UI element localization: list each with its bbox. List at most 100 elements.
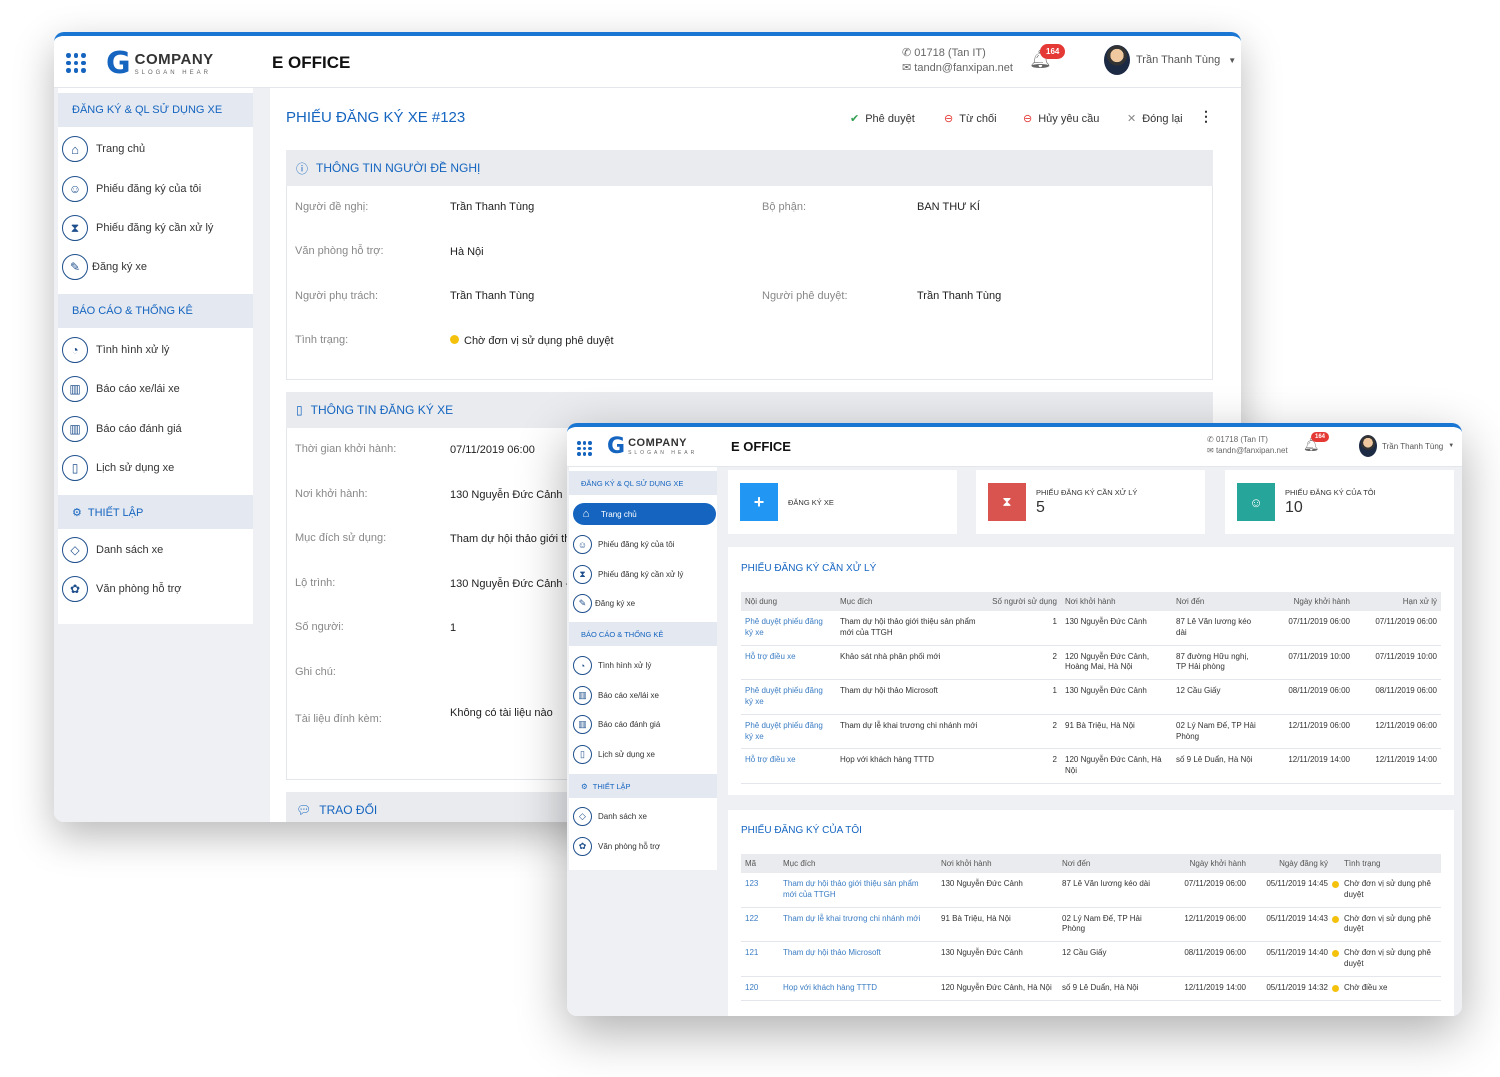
table-cell: 87 đường Hữu nghị, TP Hải phòng xyxy=(1172,645,1262,681)
table-cell[interactable]: 122 xyxy=(741,907,779,943)
column-header: Mục đích xyxy=(779,854,937,873)
pie-icon: ◔ xyxy=(573,656,592,675)
table-cell[interactable]: Hỗ trợ điều xe xyxy=(741,748,836,784)
table-row[interactable]: 121 Tham dự hội thảo Microsoft 130 Nguyễn … xyxy=(741,941,1441,977)
sidebar-item-rating-report[interactable]: ▥ Báo cáo đánh giá xyxy=(62,416,182,442)
sidebar-section-reports: BÁO CÁO & THỐNG KÊ xyxy=(58,294,253,328)
cancel-request-button[interactable]: ⊖ Hủy yêu cầu xyxy=(1023,112,1099,126)
table-cell[interactable]: Tham dự lễ khai trương chi nhánh mới xyxy=(779,907,937,943)
card-label: ĐĂNG KÝ XE xyxy=(788,497,834,507)
sidebar-section-settings: ⚙ THIẾT LẬP xyxy=(58,495,253,529)
table-cell[interactable]: Họp với khách hàng TTTD xyxy=(779,976,937,1001)
user-menu[interactable]: Trần Thanh Tùng ▼ xyxy=(1359,435,1454,457)
table-row[interactable]: Hỗ trợ điều xe Khảo sát nhà phân phối mới… xyxy=(741,645,1441,681)
table-cell[interactable]: Hỗ trợ điều xe xyxy=(741,645,836,681)
table-row[interactable]: Phê duyệt phiếu đăng ký xe Tham dự lễ kha… xyxy=(741,714,1441,750)
table-row[interactable]: 123 Tham dự hội thảo giới thiệu sản phẩm … xyxy=(741,873,1441,908)
table-cell: 07/11/2019 06:00 xyxy=(1155,873,1250,908)
card-mine[interactable]: ☺ PHIẾU ĐĂNG KÝ CỦA TÔI 10 xyxy=(1225,470,1454,534)
table-cell: 120 Nguyễn Đức Cảnh, Hoàng Mai, Hà Nội xyxy=(1061,645,1172,681)
card-count: 10 xyxy=(1285,498,1303,516)
sidebar-item-schedule[interactable]: ▯ Lịch sử dụng xe xyxy=(573,745,655,764)
sidebar-item-vehicles[interactable]: ◇ Danh sách xe xyxy=(62,537,163,563)
table-cell: 120 Nguyễn Đức Cảnh, Hà Nội xyxy=(937,976,1058,1001)
sidebar-item-offices[interactable]: ✿ Văn phòng hỗ trợ xyxy=(573,837,660,856)
table-cell: Tham dự hội thảo giới thiệu sản phẩm mới… xyxy=(836,611,986,646)
table-cell: Tham dự lễ khai trương chi nhánh mới xyxy=(836,714,986,750)
apps-grid-icon[interactable] xyxy=(577,441,592,456)
sidebar-item-vehicle-report[interactable]: ▥ Báo cáo xe/lái xe xyxy=(573,686,659,705)
table-cell: 12/11/2019 06:00 xyxy=(1155,907,1250,943)
column-header: Nội dung xyxy=(741,592,836,611)
table-row[interactable]: Phê duyệt phiếu đăng ký xe Tham dự hội th… xyxy=(741,611,1441,646)
notification-badge: 164 xyxy=(1311,432,1330,442)
table-cell: 120 Nguyễn Đức Cảnh, Hà Nội xyxy=(1061,748,1172,784)
status-dot xyxy=(1332,984,1339,992)
sidebar-item-register[interactable]: ✎ Đăng ký xe xyxy=(62,254,147,280)
column-header: Nơi khởi hành xyxy=(937,854,1058,873)
sidebar-item-vehicle-report[interactable]: ▥ Báo cáo xe/lái xe xyxy=(62,376,180,402)
sidebar-item-home[interactable]: ⌂ Trang chủ xyxy=(573,503,716,525)
in-charge-link[interactable]: Trần Thanh Tùng xyxy=(450,290,534,302)
sidebar-item-my-requests[interactable]: ☺ Phiếu đăng ký của tôi xyxy=(62,176,201,202)
requester-link[interactable]: Trần Thanh Tùng xyxy=(450,201,534,213)
label: Nơi khởi hành: xyxy=(295,488,368,500)
map-icon: ▥ xyxy=(573,686,592,705)
sidebar-item-pending[interactable]: ⧗ Phiếu đăng ký cần xử lý xyxy=(62,215,213,241)
gear-icon: ⚙ xyxy=(72,507,82,519)
sidebar-item-home[interactable]: ⌂ Trang chủ xyxy=(62,136,145,162)
label: Tình trạng: xyxy=(295,334,349,346)
table-cell: 02 Lý Nam Đế, TP Hải Phòng xyxy=(1058,907,1155,943)
my-requests-table: Mã Mục đích Nơi khởi hành Nơi đến Ngày k… xyxy=(741,854,1441,1001)
chevron-down-icon: ▼ xyxy=(1448,443,1455,449)
table-row[interactable]: Hỗ trợ điều xe Họp với khách hàng TTTD 2 12… xyxy=(741,748,1441,784)
sidebar-section-registration: ĐĂNG KÝ & QL SỬ DỤNG XE xyxy=(58,93,253,127)
sidebar-item-pending[interactable]: ⧗ Phiếu đăng ký cần xử lý xyxy=(573,565,683,584)
column-header: Mã xyxy=(741,854,779,873)
column-header: Ngày khởi hành xyxy=(1155,854,1250,873)
sidebar-item-vehicles[interactable]: ◇ Danh sách xe xyxy=(573,807,647,826)
status-dot xyxy=(1332,881,1339,888)
column-header: Nơi đến xyxy=(1172,592,1262,611)
user-menu[interactable]: Trần Thanh Tùng ▼ xyxy=(1104,45,1236,75)
table-cell: 12/11/2019 14:00 xyxy=(1262,748,1354,784)
table-cell[interactable]: 120 xyxy=(741,976,779,1001)
table-cell[interactable]: 121 xyxy=(741,941,779,977)
status-dot xyxy=(1332,950,1339,958)
sidebar-item-my-requests[interactable]: ☺ Phiếu đăng ký của tôi xyxy=(573,535,675,554)
tag-icon: ◇ xyxy=(62,537,88,563)
table-row[interactable]: 122 Tham dự lễ khai trương chi nhánh mới 9… xyxy=(741,907,1441,943)
table-cell: Tham dự hội thảo Microsoft xyxy=(836,679,986,715)
table-cell[interactable]: 123 xyxy=(741,873,779,908)
card-pending[interactable]: ⧗ PHIẾU ĐĂNG KÝ CẦN XỬ LÝ 5 xyxy=(976,470,1205,534)
card-register[interactable]: + ĐĂNG KÝ XE xyxy=(728,470,957,534)
apps-grid-icon[interactable] xyxy=(66,53,86,73)
contact-info: ✆ 01718 (Tan IT) ✉ tandn@fanxipan.net xyxy=(902,47,1013,74)
table-cell[interactable]: Tham dự hội thảo Microsoft xyxy=(779,941,937,977)
table-cell[interactable]: Phê duyệt phiếu đăng ký xe xyxy=(741,679,836,715)
table-cell[interactable]: Tham dự hội thảo giới thiệu sản phẩm mới… xyxy=(779,873,937,908)
table-cell[interactable]: Phê duyệt phiếu đăng ký xe xyxy=(741,611,836,646)
close-button[interactable]: ✕ Đóng lại xyxy=(1127,112,1183,126)
label: Người phê duyệt: xyxy=(762,290,848,302)
mail-icon: ✉ xyxy=(902,61,912,74)
approve-button[interactable]: ✔ Phê duyệt xyxy=(850,112,915,126)
table-cell: 12/11/2019 14:00 xyxy=(1155,976,1250,1001)
table-row[interactable]: Phê duyệt phiếu đăng ký xe Tham dự hội th… xyxy=(741,679,1441,715)
user-icon: ☺ xyxy=(62,176,88,202)
table-cell[interactable]: Phê duyệt phiếu đăng ký xe xyxy=(741,714,836,750)
sidebar-item-register[interactable]: ✎ Đăng ký xe xyxy=(573,594,635,613)
more-vertical-icon[interactable]: ⋮ xyxy=(1199,108,1213,125)
sidebar-item-rating-report[interactable]: ▥ Báo cáo đánh giá xyxy=(573,715,660,734)
approver-link[interactable]: Trần Thanh Tùng xyxy=(917,290,1001,302)
table-row[interactable]: 120 Họp với khách hàng TTTD 120 Nguyễn Đức… xyxy=(741,976,1441,1001)
reject-button[interactable]: ⊖ Từ chối xyxy=(944,112,997,126)
status-dot xyxy=(1332,915,1339,923)
label: Thời gian khởi hành: xyxy=(295,443,397,455)
table-cell: Khảo sát nhà phân phối mới xyxy=(836,645,986,681)
sidebar-item-progress[interactable]: ◔ Tình hình xử lý xyxy=(62,337,169,363)
sidebar-item-schedule[interactable]: ▯ Lịch sử dụng xe xyxy=(62,455,174,481)
sidebar-item-progress[interactable]: ◔ Tình hình xử lý xyxy=(573,656,651,675)
table-cell: Chờ đơn vị sử dụng phê duyệt xyxy=(1332,941,1441,977)
sidebar-item-offices[interactable]: ✿ Văn phòng hỗ trợ xyxy=(62,576,182,602)
